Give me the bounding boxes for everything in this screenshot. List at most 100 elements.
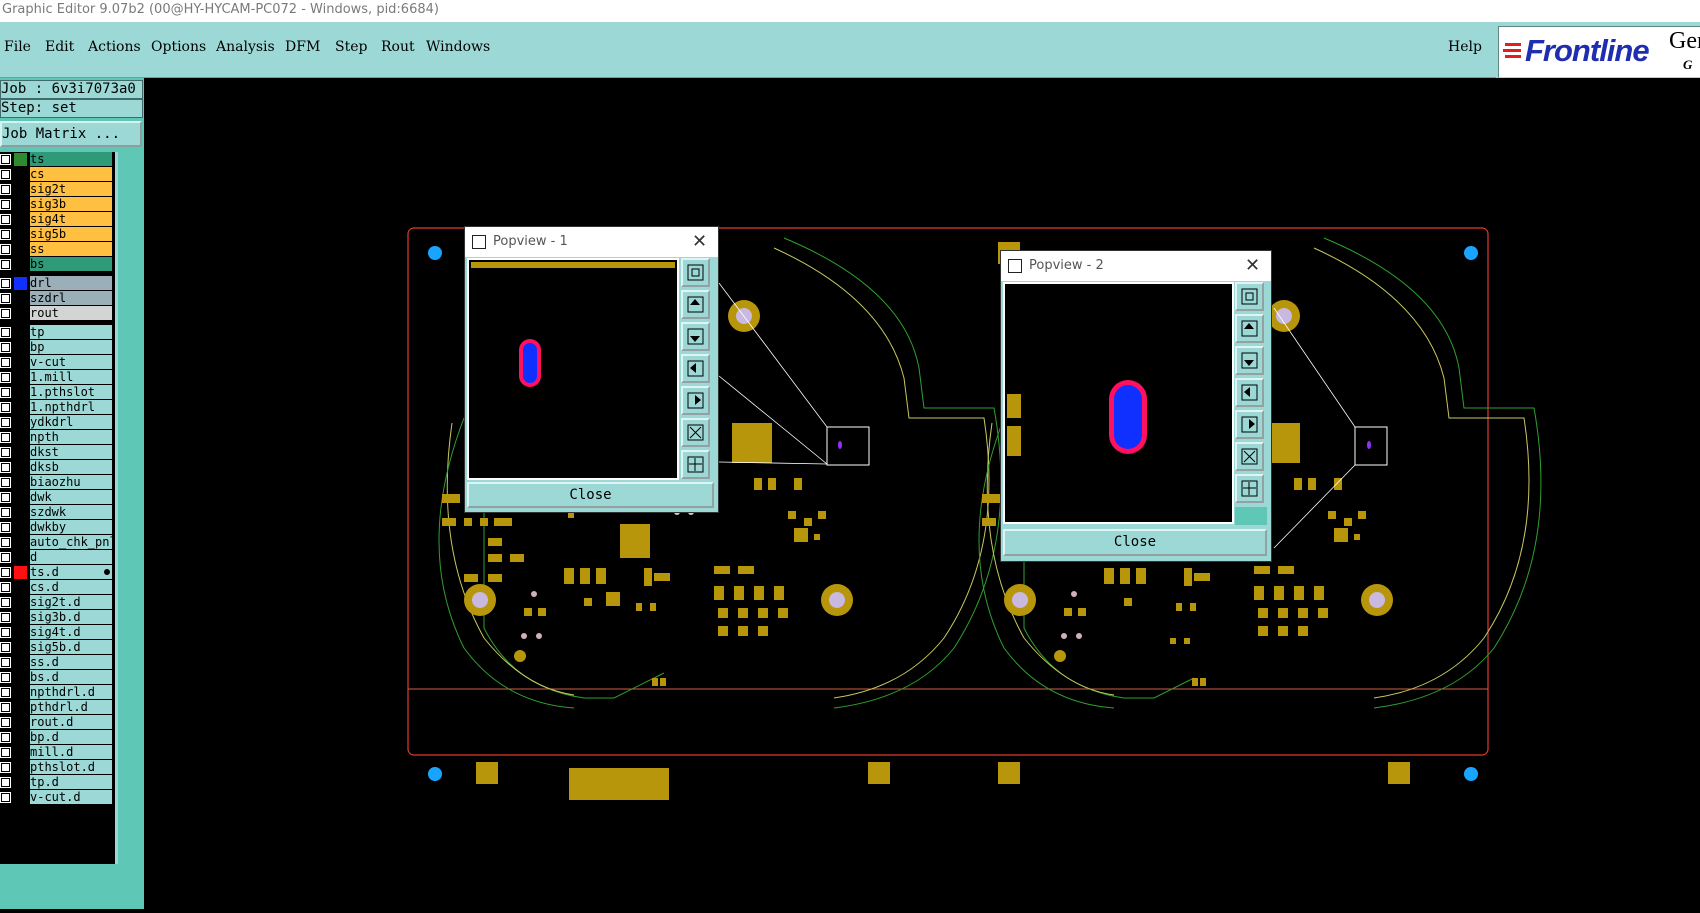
layer-checkbox[interactable] (0, 612, 11, 623)
layer-row[interactable]: sig5b (0, 227, 112, 242)
layer-name[interactable]: rout (30, 306, 112, 320)
layer-name[interactable]: bp.d (30, 730, 112, 744)
layer-name[interactable]: sig2t.d (30, 595, 112, 609)
layer-checkbox[interactable] (0, 657, 11, 668)
layer-row[interactable]: pthdrl.d (0, 700, 112, 715)
layer-name[interactable]: ss (30, 242, 112, 256)
layer-name[interactable]: sig4t (30, 212, 112, 226)
menu-dfm[interactable]: DFM (285, 39, 320, 55)
layer-checkbox[interactable] (0, 747, 11, 758)
layer-checkbox[interactable] (0, 417, 11, 428)
layer-checkbox[interactable] (0, 259, 11, 270)
layer-row[interactable]: mill.d (0, 745, 112, 760)
menu-actions[interactable]: Actions (88, 39, 141, 55)
layer-row[interactable]: dksb (0, 460, 112, 475)
layer-checkbox[interactable] (0, 477, 11, 488)
menu-step[interactable]: Step (335, 39, 367, 55)
layer-name[interactable]: cs.d (30, 580, 112, 594)
layer-checkbox[interactable] (0, 552, 11, 563)
pan-up-icon[interactable] (1235, 314, 1264, 343)
layer-checkbox[interactable] (0, 777, 11, 788)
layer-checkbox[interactable] (0, 582, 11, 593)
layer-row[interactable]: ss (0, 242, 112, 257)
zoom-out-icon[interactable] (681, 450, 710, 479)
layer-row[interactable]: dwk (0, 490, 112, 505)
layer-name[interactable]: sig3b (30, 197, 112, 211)
layer-checkbox[interactable] (0, 357, 11, 368)
popview-2-close-button[interactable]: Close (1003, 529, 1267, 556)
layer-row[interactable]: d (0, 550, 112, 565)
layer-name[interactable]: ts.d (30, 565, 112, 579)
layer-name[interactable]: auto_chk_pnl (30, 535, 112, 549)
pan-right-icon[interactable] (1235, 410, 1264, 439)
layer-name[interactable]: rout.d (30, 715, 112, 729)
layer-row[interactable]: sig3b.d (0, 610, 112, 625)
layer-checkbox[interactable] (0, 762, 11, 773)
layer-row[interactable]: 1.pthslot (0, 385, 112, 400)
layer-row[interactable]: szdwk (0, 505, 112, 520)
layer-checkbox[interactable] (0, 537, 11, 548)
layer-checkbox[interactable] (0, 717, 11, 728)
menu-rout[interactable]: Rout (381, 39, 415, 55)
layer-name[interactable]: cs (30, 167, 112, 181)
close-icon[interactable]: ✕ (1245, 255, 1260, 276)
zoom-in-icon[interactable] (681, 418, 710, 447)
layer-name[interactable]: ss.d (30, 655, 112, 669)
layer-name[interactable]: dwk (30, 490, 112, 504)
layer-checkbox[interactable] (0, 492, 11, 503)
layer-name[interactable]: bp (30, 340, 112, 354)
popview-2-viewport[interactable] (1003, 282, 1234, 524)
layer-checkbox[interactable] (0, 627, 11, 638)
job-matrix-button[interactable]: Job Matrix ... (0, 121, 142, 147)
layer-checkbox[interactable] (0, 293, 11, 304)
layer-checkbox[interactable] (0, 184, 11, 195)
menu-help[interactable]: Help (1448, 39, 1482, 55)
layer-name[interactable]: pthslot.d (30, 760, 112, 774)
layer-name[interactable]: sig3b.d (30, 610, 112, 624)
layer-name[interactable]: pthdrl.d (30, 700, 112, 714)
pan-left-icon[interactable] (1235, 378, 1264, 407)
layer-checkbox[interactable] (0, 308, 11, 319)
layer-checkbox[interactable] (0, 372, 11, 383)
layer-row[interactable]: npthdrl.d (0, 685, 112, 700)
layer-row[interactable]: sig4t (0, 212, 112, 227)
layer-name[interactable]: sig5b (30, 227, 112, 241)
layer-checkbox[interactable] (0, 278, 11, 289)
layer-checkbox[interactable] (0, 687, 11, 698)
layer-row[interactable]: szdrl (0, 291, 112, 306)
layer-checkbox[interactable] (0, 244, 11, 255)
layer-name[interactable]: szdrl (30, 291, 112, 305)
layer-row[interactable]: 1.npthdrl (0, 400, 112, 415)
layer-row[interactable]: drl (0, 276, 112, 291)
layer-checkbox[interactable] (0, 672, 11, 683)
popview-2-titlebar[interactable]: Popview - 2 ✕ (1001, 251, 1271, 281)
layer-row[interactable]: bp.d (0, 730, 112, 745)
pan-down-icon[interactable] (681, 322, 710, 351)
layer-name[interactable]: ts (30, 152, 112, 166)
pan-up-icon[interactable] (681, 290, 710, 319)
zoom-in-icon[interactable] (1235, 442, 1264, 471)
layer-checkbox[interactable] (0, 702, 11, 713)
layer-checkbox[interactable] (0, 327, 11, 338)
layer-row[interactable]: dkst (0, 445, 112, 460)
layer-checkbox[interactable] (0, 199, 11, 210)
layer-checkbox[interactable] (0, 214, 11, 225)
layer-row[interactable]: sig3b (0, 197, 112, 212)
layer-row[interactable]: dwkby (0, 520, 112, 535)
layer-checkbox[interactable] (0, 387, 11, 398)
popview-1-close-button[interactable]: Close (467, 482, 714, 508)
layer-name[interactable]: tp (30, 325, 112, 339)
layer-name[interactable]: npthdrl.d (30, 685, 112, 699)
layer-checkbox[interactable] (0, 342, 11, 353)
layer-row[interactable]: bp (0, 340, 112, 355)
layer-row[interactable]: ts.d (0, 565, 112, 580)
layer-row[interactable]: ts (0, 152, 112, 167)
menu-file[interactable]: File (4, 39, 31, 55)
layer-name[interactable]: 1.npthdrl (30, 400, 112, 414)
layer-row[interactable]: bs.d (0, 670, 112, 685)
layer-row[interactable]: sig2t (0, 182, 112, 197)
layer-row[interactable]: pthslot.d (0, 760, 112, 775)
layer-name[interactable]: dkst (30, 445, 112, 459)
layer-row[interactable]: rout (0, 306, 112, 321)
layer-row[interactable]: rout.d (0, 715, 112, 730)
